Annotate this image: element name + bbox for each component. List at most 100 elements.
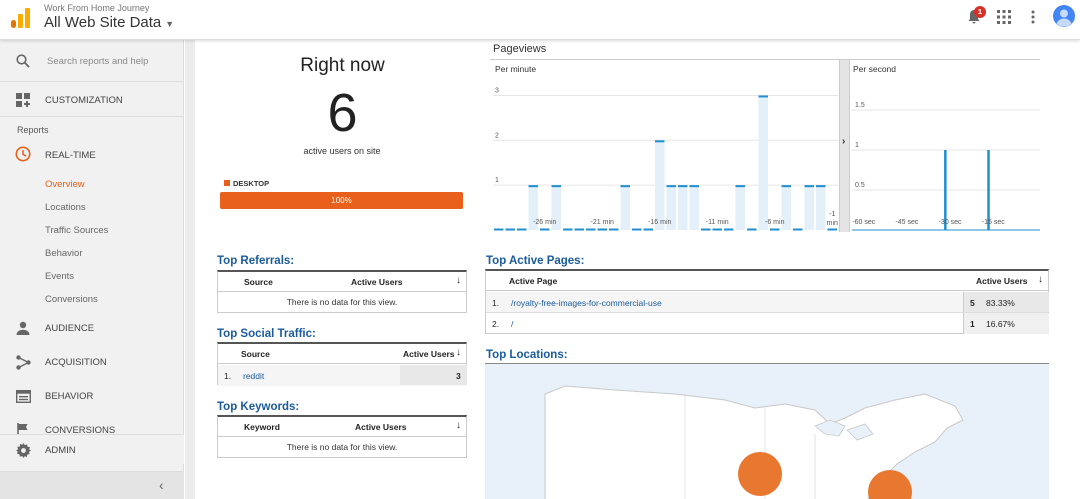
row-users: 5 [970,298,975,308]
top-pages-table: Active Page Active Users ↓ 1. /royalty-f… [485,269,1049,334]
chart-divider[interactable]: › [839,60,850,232]
bar-top [551,185,561,188]
sort-arrow-icon[interactable]: ↓ [456,347,461,358]
x-tick-label: -11 min [706,219,729,226]
dropdown-caret-icon: ▼ [165,19,175,29]
y-tick-label: 3 [495,87,499,94]
reports-heading: Reports [17,125,49,135]
main-gutter [185,40,195,499]
row-page-link[interactable]: /royalty-free-images-for-commercial-use [511,298,662,308]
col-active-users[interactable]: Active Users [351,277,403,287]
device-bar-track: 100% [220,192,463,209]
sidebar-subitem-events[interactable]: Events [45,271,74,282]
row-index: 1. [492,298,500,308]
bar-zero [827,228,837,231]
table-header: Source Active Users ↓ [218,344,466,364]
row-page-link[interactable]: / [511,319,513,329]
pageviews-chart: 1 2 3 -26 min -21 min -16 min -11 min -6 min -1 m… [490,59,1040,232]
apps-grid-icon[interactable] [997,10,1011,24]
notifications-button[interactable]: 1 [964,6,986,28]
bar-zero [747,228,757,231]
sidebar-item-customization[interactable]: CUSTOMIZATION [0,83,184,117]
y-tick-label: 1 [855,142,859,149]
acquisition-icon [16,355,31,370]
sidebar-item-realtime[interactable]: REAL-TIME [0,142,184,168]
property-selector[interactable]: All Web Site Data ▼ [44,14,174,31]
avatar-icon[interactable] [1053,5,1075,27]
locations-map[interactable] [485,363,1049,499]
table-row: 2. / 1 16.67% [486,313,1049,334]
top-pages-title: Top Active Pages: [486,255,585,267]
sidebar-item-label: ADMIN [45,445,76,456]
bar-top [689,185,699,188]
bar-fill [620,185,630,230]
row-source-link[interactable]: reddit [243,371,264,381]
bar-top [655,140,665,143]
bar-fill [816,185,826,230]
bar-fill [804,185,814,230]
bar-top [735,185,745,188]
bar-zero [701,228,711,231]
gear-icon [16,443,31,458]
sidebar-subitem-behavior[interactable]: Behavior [45,248,83,259]
bar-zero [712,228,722,231]
bar-zero [574,228,584,231]
pageviews-svg: 1 2 3 -26 min -21 min -16 min -11 min -6 min -1 m… [493,87,1040,231]
bar-zero [563,228,573,231]
sidebar-item-admin[interactable]: ADMIN [0,434,184,464]
analytics-logo-icon[interactable] [11,8,31,28]
sidebar-item-label: BEHAVIOR [45,391,94,402]
top-social-title: Top Social Traffic: [217,328,316,340]
location-marker [738,452,782,496]
bar-fill [758,95,768,230]
person-icon [16,321,30,335]
sidebar-subitem-overview[interactable]: Overview [45,179,85,190]
sidebar-item-conversions[interactable]: CONVERSIONS [0,420,184,434]
sort-arrow-icon[interactable]: ↓ [456,275,461,286]
sidebar-subitem-traffic-sources[interactable]: Traffic Sources [45,225,108,236]
col-active-users[interactable]: Active Users [355,422,407,432]
x-tick-label: min [827,220,838,227]
bar-top [781,185,791,188]
sidebar-item-behavior[interactable]: BEHAVIOR [0,384,184,408]
search-reports[interactable]: Search reports and help [0,40,184,82]
col-source[interactable]: Source [244,277,273,287]
sort-arrow-icon[interactable]: ↓ [456,420,461,431]
top-keywords-table: Keyword Active Users ↓ There is no data … [217,415,467,458]
sidebar-item-audience[interactable]: AUDIENCE [0,316,184,340]
bar-zero [517,228,527,231]
col-active-users[interactable]: Active Users [403,349,455,359]
no-data-message: There is no data for this view. [286,442,398,452]
device-bar-percent: 100% [331,196,352,205]
top-locations-title: Top Locations: [486,349,568,361]
x-tick-label: -60 sec [852,219,875,226]
dashboard-icon [16,93,30,107]
x-tick-label: -15 sec [982,219,1005,226]
sort-arrow-icon[interactable]: ↓ [1038,274,1043,285]
no-data-message: There is no data for this view. [286,297,398,307]
bar-top [528,185,538,188]
collapse-sidebar-button[interactable]: ‹ [0,471,184,499]
bar-zero [494,228,504,231]
active-users-label: active users on site [303,146,381,156]
col-active-users[interactable]: Active Users [976,276,1028,286]
active-users-count: 6 [327,83,358,143]
chevron-left-icon: ‹ [159,477,164,493]
more-vert-icon[interactable] [1031,10,1035,24]
sidebar-item-acquisition[interactable]: ACQUISITION [0,350,184,374]
bar-top [678,185,688,188]
table-header: Active Page Active Users ↓ [486,271,1048,291]
sidebar-subitem-conversions[interactable]: Conversions [45,294,98,305]
search-icon [16,54,30,68]
col-source[interactable]: Source [241,349,270,359]
row-percent: 16.67% [986,319,1015,329]
col-active-page[interactable]: Active Page [509,276,557,286]
bar-zero [770,228,780,231]
search-placeholder: Search reports and help [47,56,149,67]
y-tick-label: 1 [495,177,499,184]
per-minute-label: Per minute [495,64,537,74]
sidebar-subitem-locations[interactable]: Locations [45,202,86,213]
account-name: Work From Home Journey [44,3,150,13]
table-header: Source Active Users ↓ [218,272,466,292]
col-keyword[interactable]: Keyword [244,422,280,432]
